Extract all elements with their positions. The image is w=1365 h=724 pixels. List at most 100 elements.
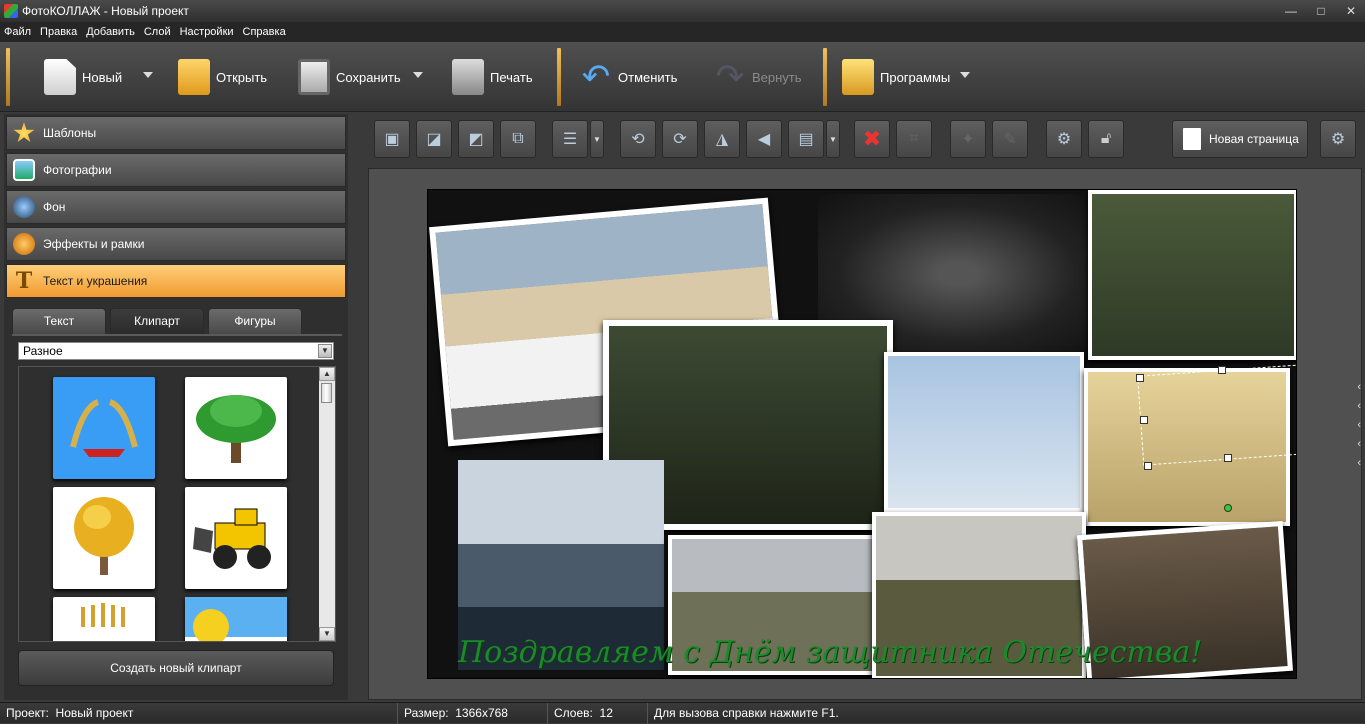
minimize-button[interactable]: — (1283, 3, 1299, 19)
clipart-wheat-wreath[interactable] (53, 377, 155, 479)
align-icon[interactable]: ☰ (552, 120, 588, 158)
collapse-arrow-icon[interactable]: ‹ (1357, 418, 1361, 432)
menu-add[interactable]: Добавить (86, 26, 135, 38)
resize-handle[interactable] (1136, 374, 1144, 382)
category-templates[interactable]: Шаблоны (6, 116, 346, 150)
palette-icon (13, 233, 35, 255)
chevron-down-icon[interactable]: ▼ (318, 344, 332, 358)
canvas-frame: Поздравляем с Днём защитника Отечества! (368, 168, 1362, 700)
save-button[interactable]: Сохранить (298, 50, 401, 104)
toolbar-separator (6, 48, 10, 106)
collapse-arrow-icon[interactable]: ‹ (1357, 456, 1361, 470)
menu-settings[interactable]: Настройки (180, 26, 234, 38)
resize-handle[interactable] (1140, 416, 1148, 424)
create-clipart-button[interactable]: Создать новый клипарт (18, 650, 334, 686)
redo-label: Вернуть (752, 69, 802, 85)
project-label: Проект: (6, 705, 49, 720)
scroll-down-icon[interactable]: ▼ (319, 627, 335, 641)
printer-icon (452, 59, 484, 95)
brush-icon[interactable]: ✎ (992, 120, 1028, 158)
send-backward-icon[interactable]: ◩ (458, 120, 494, 158)
resize-handle[interactable] (1144, 462, 1152, 470)
new-dropdown-icon[interactable] (143, 72, 153, 78)
clipart-scrollbar[interactable]: ▲ ▼ (319, 367, 335, 641)
category-text-decorations[interactable]: T Текст и украшения (6, 264, 346, 298)
category-photos[interactable]: Фотографии (6, 153, 346, 187)
fit-dropdown-icon[interactable]: ▼ (826, 120, 840, 158)
category-label: Фотографии (43, 163, 112, 177)
paint-icon (13, 196, 35, 218)
align-dropdown-icon[interactable]: ▼ (590, 120, 604, 158)
crop-icon[interactable]: ⌗ (896, 120, 932, 158)
collapse-arrow-icon[interactable]: ‹ (1357, 399, 1361, 413)
send-to-back-icon[interactable]: ⧉ (500, 120, 536, 158)
open-button[interactable]: Открыть (178, 50, 267, 104)
tab-clipart[interactable]: Клипарт (110, 308, 204, 334)
print-button[interactable]: Печать (452, 50, 533, 104)
new-page-label: Новая страница (1209, 132, 1299, 146)
scroll-thumb[interactable] (321, 383, 332, 403)
programs-label: Программы (880, 69, 951, 85)
category-background[interactable]: Фон (6, 190, 346, 224)
clipart-sun[interactable] (185, 597, 287, 641)
rotate-right-icon[interactable]: ⟳ (662, 120, 698, 158)
fit-image-icon[interactable]: ▤ (788, 120, 824, 158)
clipart-wheat-bundle[interactable] (53, 597, 155, 641)
programs-dropdown-icon[interactable] (960, 72, 970, 78)
collage-caption[interactable]: Поздравляем с Днём защитника Отечества! (458, 635, 1278, 670)
flip-vertical-icon[interactable]: ◀ (746, 120, 782, 158)
photo-icon (13, 159, 35, 181)
clipart-category-select[interactable]: Разное ▼ (18, 342, 334, 360)
new-button[interactable]: Новый (44, 50, 122, 104)
rotate-handle[interactable] (1224, 504, 1232, 512)
menu-layer[interactable]: Слой (144, 26, 171, 38)
clipart-green-tree[interactable] (185, 377, 287, 479)
maximize-button[interactable]: □ (1313, 3, 1329, 19)
collage-canvas[interactable]: Поздравляем с Днём защитника Отечества! (427, 189, 1297, 679)
lock-icon[interactable]: 🔓︎ (1088, 120, 1124, 158)
menu-file[interactable]: Файл (4, 26, 31, 38)
clipart-autumn-tree[interactable] (53, 487, 155, 589)
selection-box[interactable] (1137, 364, 1296, 466)
menu-edit[interactable]: Правка (40, 26, 77, 38)
app-icon (4, 4, 18, 18)
flip-horizontal-icon[interactable]: ◮ (704, 120, 740, 158)
menu-bar: Файл Правка Добавить Слой Настройки Спра… (0, 22, 1365, 42)
layers-label: Слоев: (554, 705, 593, 720)
delete-icon[interactable]: ✖ (854, 120, 890, 158)
page-settings-icon[interactable]: ⚙ (1320, 120, 1356, 158)
effects-icon[interactable]: ✦ (950, 120, 986, 158)
status-layers: Слоев: 12 (548, 702, 648, 724)
category-label: Текст и украшения (43, 274, 148, 288)
scroll-up-icon[interactable]: ▲ (319, 367, 335, 381)
category-effects[interactable]: Эффекты и рамки (6, 227, 346, 261)
toolbar-separator (823, 48, 827, 106)
folder-icon (178, 59, 210, 95)
settings-gear-icon[interactable]: ⚙ (1046, 120, 1082, 158)
bring-forward-icon[interactable]: ◪ (416, 120, 452, 158)
clipart-bulldozer[interactable] (185, 487, 287, 589)
tab-text[interactable]: Текст (12, 308, 106, 334)
rotate-left-icon[interactable]: ⟲ (620, 120, 656, 158)
close-button[interactable]: ✕ (1343, 3, 1359, 19)
tab-shapes[interactable]: Фигуры (208, 308, 302, 334)
programs-button[interactable]: Программы (842, 50, 950, 104)
photo-helicopter[interactable] (884, 352, 1084, 512)
new-page-button[interactable]: Новая страница (1172, 120, 1308, 158)
redo-arrow-icon: ↷ (715, 58, 745, 96)
status-hint: Для вызова справки нажмите F1. (654, 705, 839, 720)
save-dropdown-icon[interactable] (413, 72, 423, 78)
resize-handle[interactable] (1218, 366, 1226, 374)
resize-handle[interactable] (1224, 454, 1232, 462)
star-icon (13, 122, 35, 143)
side-collapse-arrows: ‹ ‹ ‹ ‹ ‹ (1357, 380, 1361, 470)
photo-soldiers-march[interactable] (1088, 190, 1296, 360)
size-value: 1366x768 (455, 705, 508, 720)
menu-help[interactable]: Справка (243, 26, 286, 38)
bring-to-front-icon[interactable]: ▣ (374, 120, 410, 158)
size-label: Размер: (404, 705, 449, 720)
undo-button[interactable]: ↶ Отменить (580, 50, 678, 104)
redo-button[interactable]: ↷ Вернуть (714, 50, 802, 104)
collapse-arrow-icon[interactable]: ‹ (1357, 380, 1361, 394)
collapse-arrow-icon[interactable]: ‹ (1357, 437, 1361, 451)
